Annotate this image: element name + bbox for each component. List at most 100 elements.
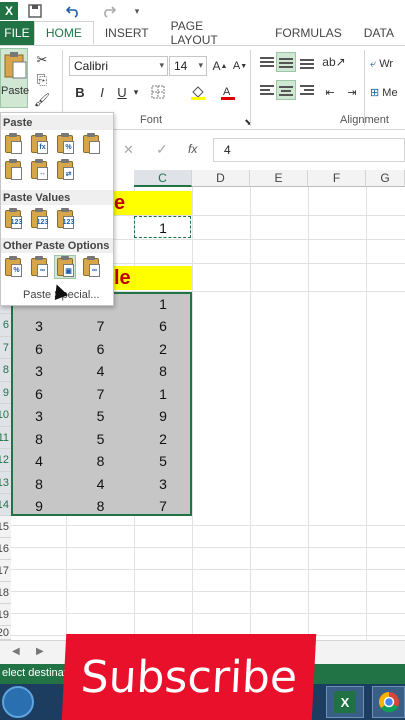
row-header[interactable]: 6 <box>0 314 11 337</box>
table-cell[interactable]: 5 <box>67 404 134 427</box>
format-painter-icon[interactable]: 🖌 <box>32 90 52 110</box>
linked-picture-icon[interactable]: ∞ <box>81 256 101 278</box>
column-header-f[interactable]: F <box>308 170 366 187</box>
save-icon[interactable] <box>26 2 44 20</box>
taskbar-excel-button[interactable]: X <box>326 686 364 718</box>
cut-icon[interactable]: ✂ <box>32 50 52 70</box>
paste-link-icon[interactable]: ∞ <box>29 256 49 278</box>
row-header[interactable]: 8 <box>0 359 11 382</box>
start-button[interactable] <box>2 686 34 718</box>
customize-toolbar-icon[interactable]: ▾ <box>128 2 146 20</box>
undo-icon[interactable] <box>64 2 82 20</box>
underline-dropdown-icon[interactable]: ▾ <box>126 82 146 102</box>
header-cell-row2[interactable]: e <box>114 191 192 215</box>
table-cell[interactable]: 3 <box>11 404 67 427</box>
values-icon[interactable]: 123 <box>3 208 23 230</box>
align-right-icon[interactable] <box>298 82 316 100</box>
table-cell[interactable]: 5 <box>134 449 192 472</box>
shrink-font-icon[interactable]: A ▼ <box>230 56 250 76</box>
cancel-icon[interactable]: ✕ <box>123 142 134 158</box>
header-cell-row4[interactable]: le <box>114 266 192 290</box>
wrap-text-button[interactable]: ⤶ Wr <box>370 58 393 71</box>
column-header-g[interactable]: G <box>366 170 405 187</box>
enter-icon[interactable]: ✓ <box>156 141 168 158</box>
table-cell[interactable]: 8 <box>67 449 134 472</box>
keep-column-widths-icon[interactable]: ↔ <box>29 159 49 181</box>
table-cell[interactable]: 6 <box>67 337 134 360</box>
scroll-right-icon[interactable]: ▶ <box>36 646 44 657</box>
taskbar-chrome-button[interactable] <box>372 686 405 718</box>
table-cell[interactable]: 4 <box>67 472 134 495</box>
values-source-formatting-icon[interactable]: 123 <box>55 208 75 230</box>
row-header[interactable]: 14 <box>0 494 11 516</box>
paste-formulas-number-format-icon[interactable]: % <box>55 133 75 155</box>
table-cell[interactable]: 9 <box>11 494 67 517</box>
table-cell[interactable]: 3 <box>11 314 67 337</box>
table-cell[interactable]: 8 <box>67 494 134 517</box>
row-header[interactable]: 16 <box>0 538 11 560</box>
tab-home[interactable]: HOME <box>33 21 94 45</box>
column-header-e[interactable]: E <box>250 170 308 187</box>
row-header[interactable]: 20 <box>0 626 11 640</box>
table-cell[interactable]: 8 <box>134 359 192 382</box>
row-header[interactable]: 9 <box>0 382 11 404</box>
row-header[interactable]: 12 <box>0 449 11 472</box>
transpose-icon[interactable]: ⇄ <box>55 159 75 181</box>
row-header[interactable]: 10 <box>0 404 11 427</box>
table-cell[interactable]: 4 <box>67 359 134 382</box>
table-cell[interactable]: 2 <box>134 337 192 360</box>
picture-icon[interactable]: ▣ <box>54 255 76 279</box>
font-color-icon[interactable]: A <box>218 82 238 102</box>
table-cell[interactable]: 1 <box>134 382 192 405</box>
table-cell[interactable]: 6 <box>134 314 192 337</box>
table-cell[interactable]: 7 <box>67 314 134 337</box>
borders-icon[interactable] <box>148 82 168 102</box>
tab-data[interactable]: DATA <box>353 21 405 45</box>
italic-button[interactable]: I <box>92 82 112 102</box>
table-cell[interactable]: 9 <box>134 404 192 427</box>
merge-center-button[interactable]: ⊞ Me <box>370 86 398 99</box>
paste-formulas-icon[interactable]: fx <box>29 133 49 155</box>
table-cell[interactable]: 6 <box>11 337 67 360</box>
orientation-icon[interactable]: ab↗ <box>322 52 345 72</box>
column-header-c[interactable]: C <box>134 170 192 187</box>
copy-icon[interactable]: ⎘ <box>32 70 52 90</box>
values-number-format-icon[interactable]: 123 <box>29 208 49 230</box>
table-cell[interactable]: 3 <box>134 472 192 495</box>
tab-page-layout[interactable]: PAGE LAYOUT <box>160 19 264 47</box>
table-cell[interactable]: 5 <box>67 427 134 450</box>
tab-file[interactable]: FILE <box>0 21 34 45</box>
table-cell[interactable]: 7 <box>67 382 134 405</box>
formula-input[interactable]: 4 <box>213 138 405 162</box>
row-header[interactable]: 7 <box>0 337 11 359</box>
table-cell[interactable]: 2 <box>134 427 192 450</box>
table-cell[interactable]: 8 <box>11 427 67 450</box>
dialog-launcher-icon[interactable]: ⬊ <box>238 112 258 132</box>
tab-insert[interactable]: INSERT <box>94 21 160 45</box>
subscribe-banner[interactable]: Subscribe <box>61 634 317 720</box>
font-name-select[interactable]: Calibri ▾ <box>69 56 168 76</box>
insert-function-icon[interactable]: fx <box>188 142 197 156</box>
table-cell[interactable]: 4 <box>11 449 67 472</box>
table-cell[interactable]: 6 <box>11 382 67 405</box>
table-cell[interactable]: 8 <box>11 472 67 495</box>
table-cell[interactable]: 3 <box>11 359 67 382</box>
table-cell[interactable]: 7 <box>134 494 192 517</box>
align-bottom-icon[interactable] <box>298 54 316 72</box>
formatting-icon[interactable]: % <box>3 256 23 278</box>
paste-icon[interactable] <box>3 133 23 155</box>
keep-source-formatting-icon[interactable] <box>81 133 101 155</box>
grow-font-icon[interactable]: A ▲ <box>210 56 230 76</box>
row-header[interactable]: 13 <box>0 472 11 494</box>
scroll-left-icon[interactable]: ◀ <box>12 646 20 657</box>
row-header[interactable]: 15 <box>0 516 11 538</box>
decrease-indent-icon[interactable]: ⇤ <box>320 82 340 102</box>
row-header[interactable]: 18 <box>0 582 11 604</box>
tab-formulas[interactable]: FORMULAS <box>264 21 353 45</box>
font-size-select[interactable]: 14 ▾ <box>169 56 207 76</box>
table-cell[interactable]: 1 <box>134 292 192 315</box>
column-header-d[interactable]: D <box>192 170 250 187</box>
row-header[interactable]: 11 <box>0 427 11 449</box>
row-header[interactable]: 19 <box>0 604 11 626</box>
align-top-icon[interactable] <box>258 54 276 72</box>
